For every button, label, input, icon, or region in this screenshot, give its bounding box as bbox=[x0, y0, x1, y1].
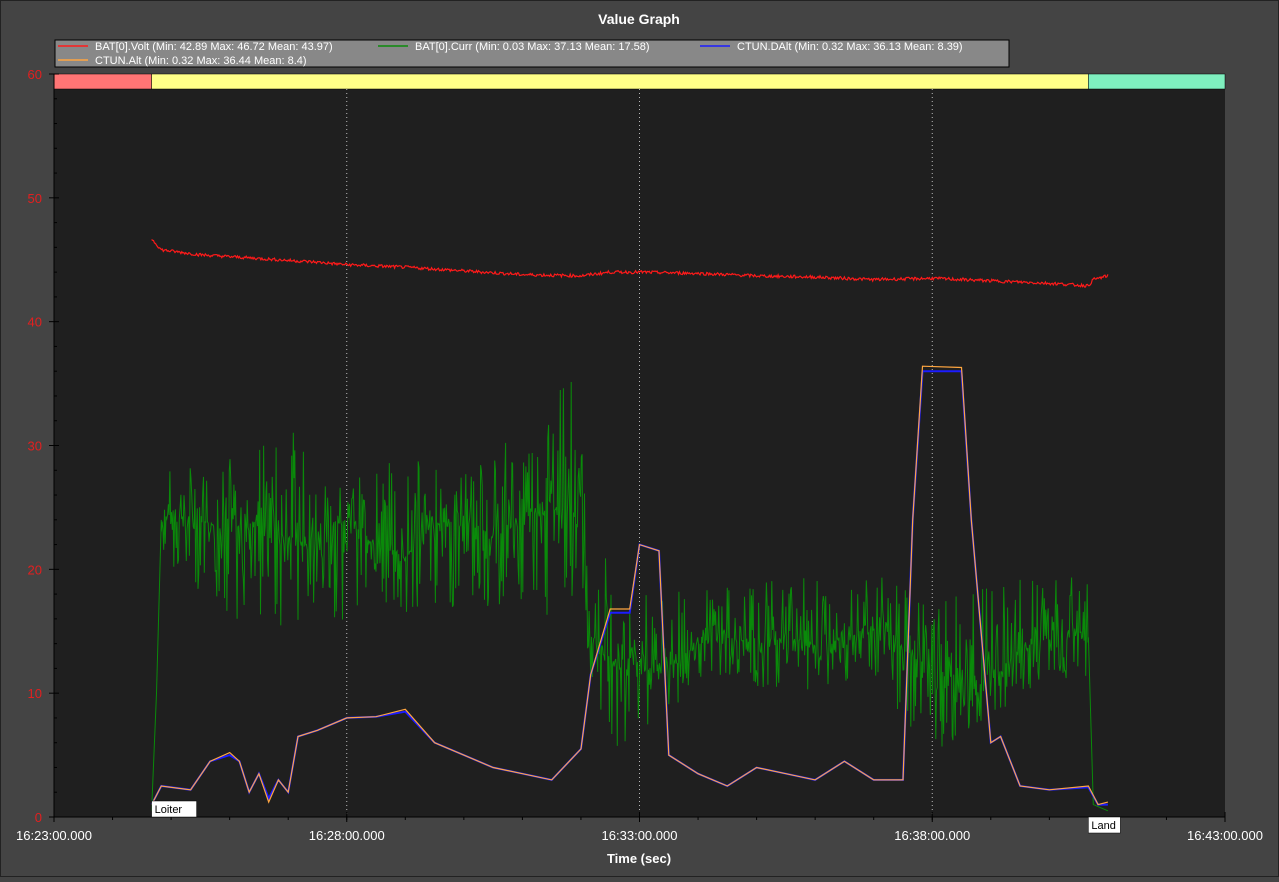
x-tick-label: 16:43:00.000 bbox=[1187, 828, 1263, 843]
x-tick-label: 16:33:00.000 bbox=[602, 828, 678, 843]
mode-label-loiter: Loiter bbox=[155, 804, 183, 816]
legend-item-ctun-alt: CTUN.Alt (Min: 0.32 Max: 36.44 Mean: 8.4… bbox=[95, 55, 307, 67]
legend-item-bat-0-volt: BAT[0].Volt (Min: 42.89 Max: 46.72 Mean:… bbox=[95, 41, 333, 53]
x-tick-label: 16:38:00.000 bbox=[894, 828, 970, 843]
legend-item-ctun-dalt: CTUN.DAlt (Min: 0.32 Max: 36.13 Mean: 8.… bbox=[737, 41, 963, 53]
value-graph-window: Value Graph 0 10 20 30 40 50 60 16:23:00.000 16:… bbox=[0, 0, 1279, 877]
legend-item-bat-0-curr: BAT[0].Curr (Min: 0.03 Max: 37.13 Mean: … bbox=[415, 41, 650, 53]
mode-band-unnamed bbox=[53, 73, 152, 90]
legend[interactable]: BAT[0].Volt (Min: 42.89 Max: 46.72 Mean:… bbox=[54, 39, 1010, 68]
y-tick-label: 50 bbox=[28, 191, 42, 206]
flight-mode-bands bbox=[53, 73, 1226, 90]
mode-band-land bbox=[1088, 73, 1226, 90]
y-tick-label: 10 bbox=[28, 686, 42, 701]
y-tick-label: 20 bbox=[28, 562, 42, 577]
value-graph-chart: Value Graph 0 10 20 30 40 50 60 16:23:00.000 16:… bbox=[0, 0, 1279, 877]
chart-title: Value Graph bbox=[598, 11, 680, 27]
y-tick-label: 0 bbox=[35, 810, 42, 825]
x-tick-label: 16:23:00.000 bbox=[16, 828, 92, 843]
mode-label-land: Land bbox=[1091, 820, 1115, 832]
y-tick-label: 40 bbox=[28, 315, 42, 330]
x-tick-label: 16:28:00.000 bbox=[309, 828, 385, 843]
x-axis-label: Time (sec) bbox=[607, 851, 671, 866]
y-tick-label: 30 bbox=[28, 439, 42, 454]
mode-band-loiter bbox=[151, 73, 1089, 90]
y-tick-label: 60 bbox=[28, 67, 42, 82]
